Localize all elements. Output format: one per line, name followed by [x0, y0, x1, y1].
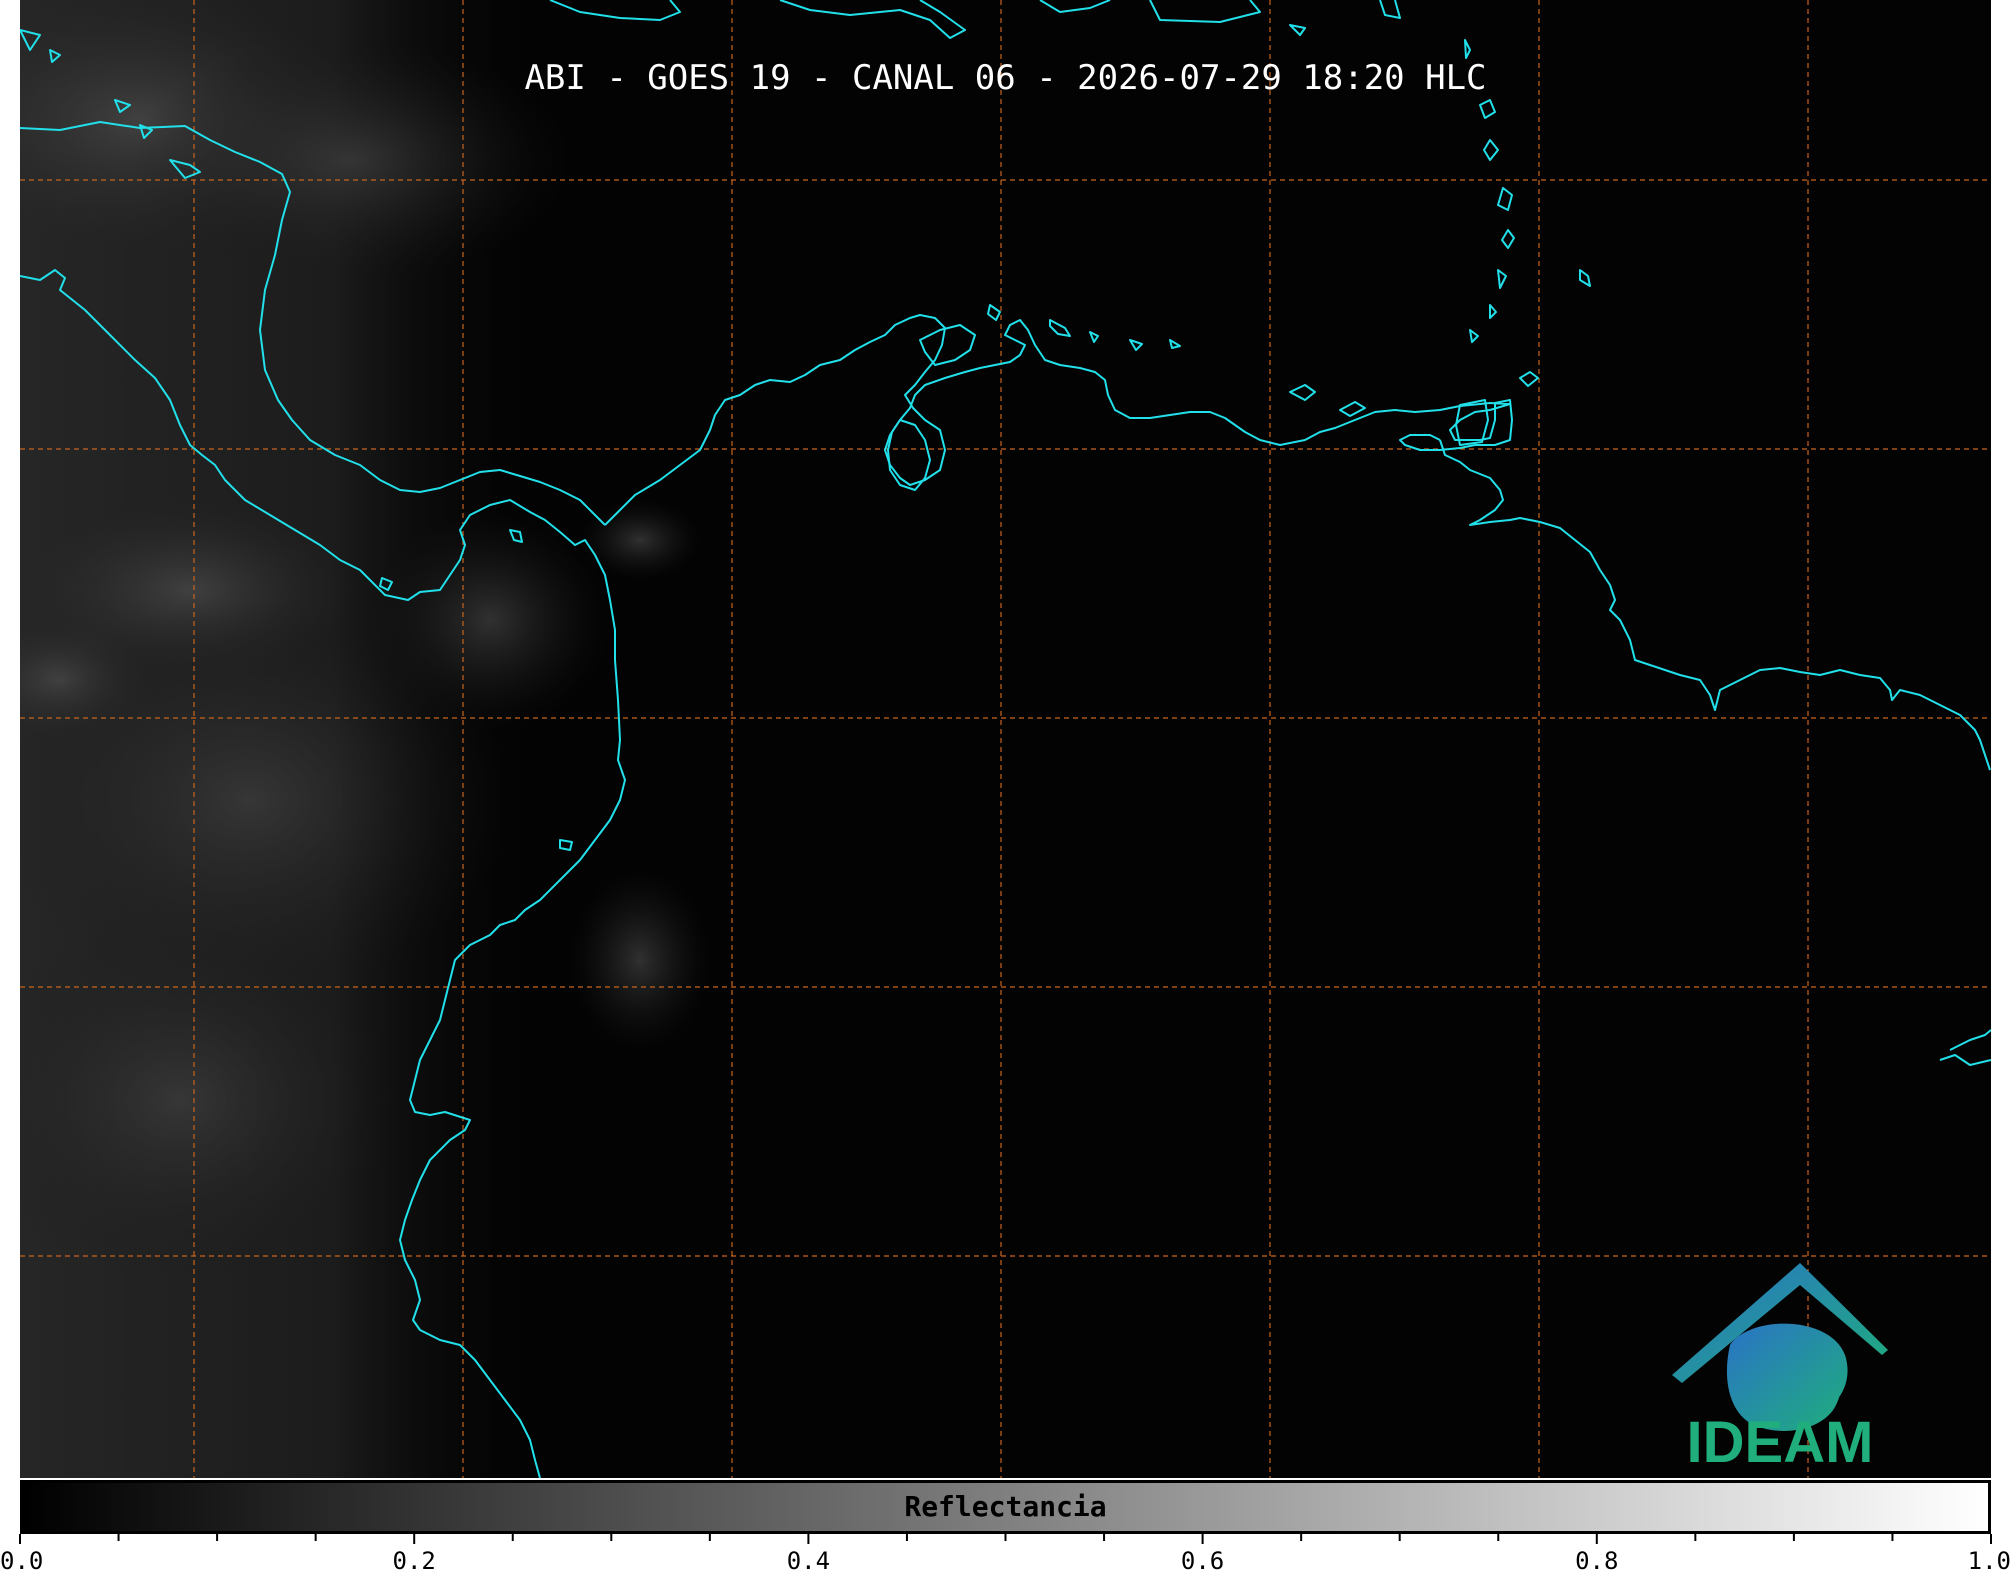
colorbar-axis: 0.0 0.2 0.4 0.6 0.8 1.0	[0, 1534, 2011, 1575]
colorbar-tick-label: 0.0	[0, 1547, 43, 1575]
colorbar-tick-label: 0.8	[1575, 1547, 1618, 1575]
colorbar-ticks: 0.0 0.2 0.4 0.6 0.8 1.0	[0, 1534, 2011, 1575]
map-title: ABI - GOES 19 - CANAL 06 - 2026-07-29 18…	[524, 58, 1487, 98]
colorbar-tick-label: 0.2	[393, 1547, 436, 1575]
colorbar-tick-label: 0.4	[787, 1547, 830, 1575]
colorbar-label: Reflectancia	[904, 1490, 1107, 1523]
logo-text: IDEAM	[1686, 1410, 1874, 1475]
colorbar-tick-label: 0.6	[1181, 1547, 1224, 1575]
colorbar-tick-label: 1.0	[1968, 1547, 2011, 1575]
satellite-image-figure: ABI - GOES 19 - CANAL 06 - 2026-07-29 18…	[0, 0, 2011, 1577]
